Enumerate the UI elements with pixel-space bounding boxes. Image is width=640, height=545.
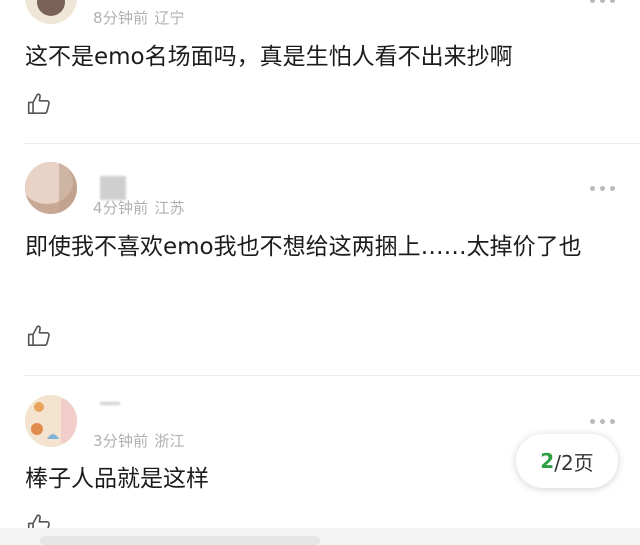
comment-text: 即使我不喜欢emo我也不想给这两捆上……太掉价了也 [25,234,582,260]
comment-time: 4分钟前 [93,199,149,217]
thumbs-up-icon[interactable] [26,323,52,349]
avatar-image [25,0,77,24]
comment-time: 3分钟前 [93,432,149,450]
avatar-image [25,395,77,447]
avatar[interactable] [25,162,77,214]
page-current: 2 [540,449,555,473]
comment-time: 8分钟前 [93,9,149,27]
avatar[interactable] [25,0,77,24]
more-dots-icon[interactable] [590,184,618,194]
thumbs-up-icon[interactable] [26,91,52,117]
page-indicator[interactable]: 2/2页 [516,434,618,488]
comment-meta: 3分钟前 浙江 [93,430,185,451]
divider [25,375,640,376]
username-redacted [100,402,120,405]
page-total: /2页 [554,450,594,475]
comment-meta: 8分钟前 辽宁 [93,7,185,28]
more-dots-icon[interactable] [590,417,618,427]
comment-location: 江苏 [154,199,185,217]
comment-location: 浙江 [154,432,185,450]
divider [25,143,640,144]
comment-meta: 4分钟前 江苏 [93,197,185,218]
comment-location: 辽宁 [154,9,185,27]
avatar[interactable] [25,395,77,447]
bottom-bar [0,528,640,545]
comment-text: 这不是emo名场面吗，真是生怕人看不出来抄啊 [25,44,513,70]
more-dots-icon[interactable] [590,0,618,6]
avatar-image [25,162,77,214]
comment-input-bar[interactable] [40,536,320,545]
